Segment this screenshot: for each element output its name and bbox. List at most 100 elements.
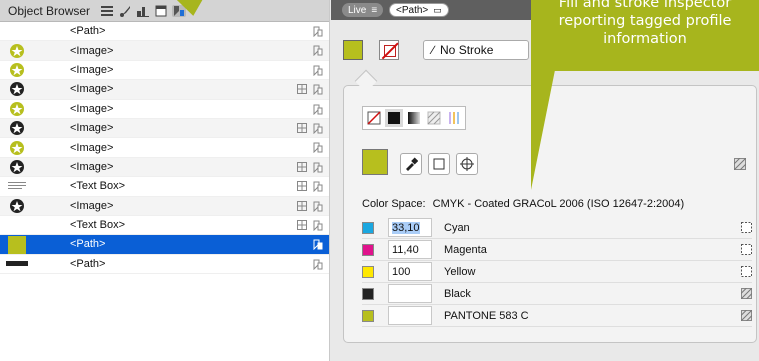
object-row-name: <Image> (70, 44, 114, 57)
object-row[interactable]: <Image> (0, 80, 329, 100)
object-browser-tools (100, 4, 187, 17)
object-browser-title: Object Browser (8, 3, 91, 18)
crosshair-icon (460, 157, 474, 171)
slash-icon: ∕ (432, 43, 435, 57)
grid-icon (297, 181, 307, 192)
image-thumbnail-icon (0, 138, 34, 157)
chart-icon[interactable] (136, 5, 150, 17)
object-row[interactable]: <Image> (0, 138, 329, 158)
channel-value-input[interactable] (388, 306, 432, 325)
annotation-callout: Fill and stroke inspector reporting tagg… (531, 0, 759, 71)
fill-swatch[interactable] (343, 40, 363, 60)
tag-profile-icon (313, 84, 323, 96)
channel-value-input[interactable] (388, 284, 432, 303)
image-thumbnail-icon (0, 80, 34, 99)
callout-line-1: Fill and stroke inspector (558, 0, 732, 11)
callout-pointer-left (176, 0, 208, 18)
pattern-fill-icon[interactable] (425, 109, 443, 127)
tag-profile-icon (313, 104, 323, 115)
object-row[interactable]: <Path> (0, 235, 329, 255)
object-row-name: <Image> (70, 199, 114, 212)
menu-icon: ≡ (371, 4, 378, 16)
channel-swatch (362, 265, 374, 278)
channel-name: Cyan (444, 221, 470, 234)
path-thumbnail-icon (0, 254, 34, 273)
object-row[interactable]: <Image> (0, 100, 329, 119)
object-row[interactable]: <Path> (0, 254, 329, 275)
channel-value: 33,10 (392, 221, 420, 234)
hatch-icon[interactable] (740, 287, 753, 300)
hatch-icon[interactable] (740, 309, 753, 322)
color-space-label: Color Space: CMYK - Coated GRACoL 2006 (… (362, 198, 688, 210)
tag-profile-icon (313, 259, 323, 270)
image-thumbnail-icon (0, 99, 34, 118)
dotted-square-icon[interactable] (741, 222, 752, 233)
blank-thumbnail-icon (0, 22, 34, 41)
channel-value-input[interactable]: 100 (388, 262, 432, 281)
object-row[interactable]: <Image> (0, 61, 329, 81)
dotted-square-icon[interactable] (741, 244, 752, 255)
channel-name: Yellow (444, 265, 476, 278)
object-row-name: <Image> (70, 102, 114, 115)
channel-name: Magenta (444, 243, 487, 256)
callout-line-2: reporting tagged profile (558, 13, 732, 29)
callout-tail (531, 70, 555, 190)
object-row[interactable]: <Image> (0, 41, 329, 61)
list-icon[interactable] (100, 5, 114, 17)
channel-swatch (362, 221, 374, 234)
color-space-prefix: Color Space: (362, 198, 426, 210)
object-row-name: <Image> (70, 63, 114, 76)
text-thumbnail-icon (0, 177, 34, 196)
color-space-value: CMYK - Coated GRACoL 2006 (ISO 12647-2:2… (432, 198, 685, 210)
fill-mode-selector (362, 106, 466, 130)
channel-value-input[interactable]: 33,10 (388, 218, 432, 237)
object-row[interactable]: <Image> (0, 118, 329, 139)
tag-profile-icon (313, 45, 323, 57)
stroke-swatch[interactable] (379, 40, 399, 60)
object-row-name: <Path> (70, 25, 106, 38)
tag-profile-icon (313, 181, 323, 193)
overprint-button[interactable] (428, 153, 450, 175)
object-row[interactable]: <Text Box> (0, 216, 329, 236)
grid-icon (297, 122, 307, 133)
object-row-name: <Image> (70, 83, 114, 96)
image-thumbnail-icon (0, 157, 34, 176)
path-label: <Path> (396, 4, 429, 16)
object-row[interactable]: <Image> (0, 196, 329, 216)
brush-icon[interactable] (118, 5, 132, 17)
object-row[interactable]: <Text Box> (0, 177, 329, 197)
path-pill[interactable]: <Path> ▭ (389, 3, 449, 17)
grid-icon (297, 161, 307, 172)
stroke-style-select[interactable]: ∕ No Stroke (423, 40, 529, 60)
object-row-name: <Text Box> (70, 219, 126, 232)
tag-profile-icon (313, 26, 323, 38)
channel-value-input[interactable]: 11,40 (388, 240, 432, 259)
object-browser-header: Object Browser (0, 0, 329, 22)
object-row[interactable]: <Path> (0, 22, 329, 42)
callout-line-3: information (603, 31, 687, 47)
tag-profile-icon (313, 142, 323, 154)
channel-swatch (362, 243, 374, 256)
image-thumbnail-icon (0, 41, 34, 60)
live-label: Live (348, 4, 367, 16)
object-browser-panel: Object Browser <Path> <Image> <Image> <I… (0, 0, 330, 361)
object-row-name: <Image> (70, 141, 114, 154)
channels-fill-icon[interactable] (445, 109, 463, 127)
object-row[interactable]: <Image> (0, 157, 329, 178)
live-pill[interactable]: Live ≡ (342, 3, 384, 17)
eyedropper-button[interactable] (400, 153, 422, 175)
none-fill-icon[interactable] (365, 109, 383, 127)
grid-icon (297, 219, 307, 230)
current-color-swatch[interactable] (362, 149, 388, 175)
registration-button[interactable] (456, 153, 478, 175)
channel-swatch (362, 287, 374, 300)
page-icon[interactable] (154, 5, 168, 17)
tag-profile-icon (313, 220, 323, 232)
object-list: <Path> <Image> <Image> <Image> <Image> <Image… (0, 22, 329, 275)
gradient-fill-icon[interactable] (405, 109, 423, 127)
image-thumbnail-icon (0, 196, 34, 215)
dotted-square-icon[interactable] (741, 266, 752, 277)
solid-fill-icon[interactable] (385, 109, 403, 127)
color-channels: 33,10 Cyan 11,40 Magenta 100 Yellow Black PANTO… (362, 217, 753, 327)
tag-profile-icon (313, 239, 323, 251)
